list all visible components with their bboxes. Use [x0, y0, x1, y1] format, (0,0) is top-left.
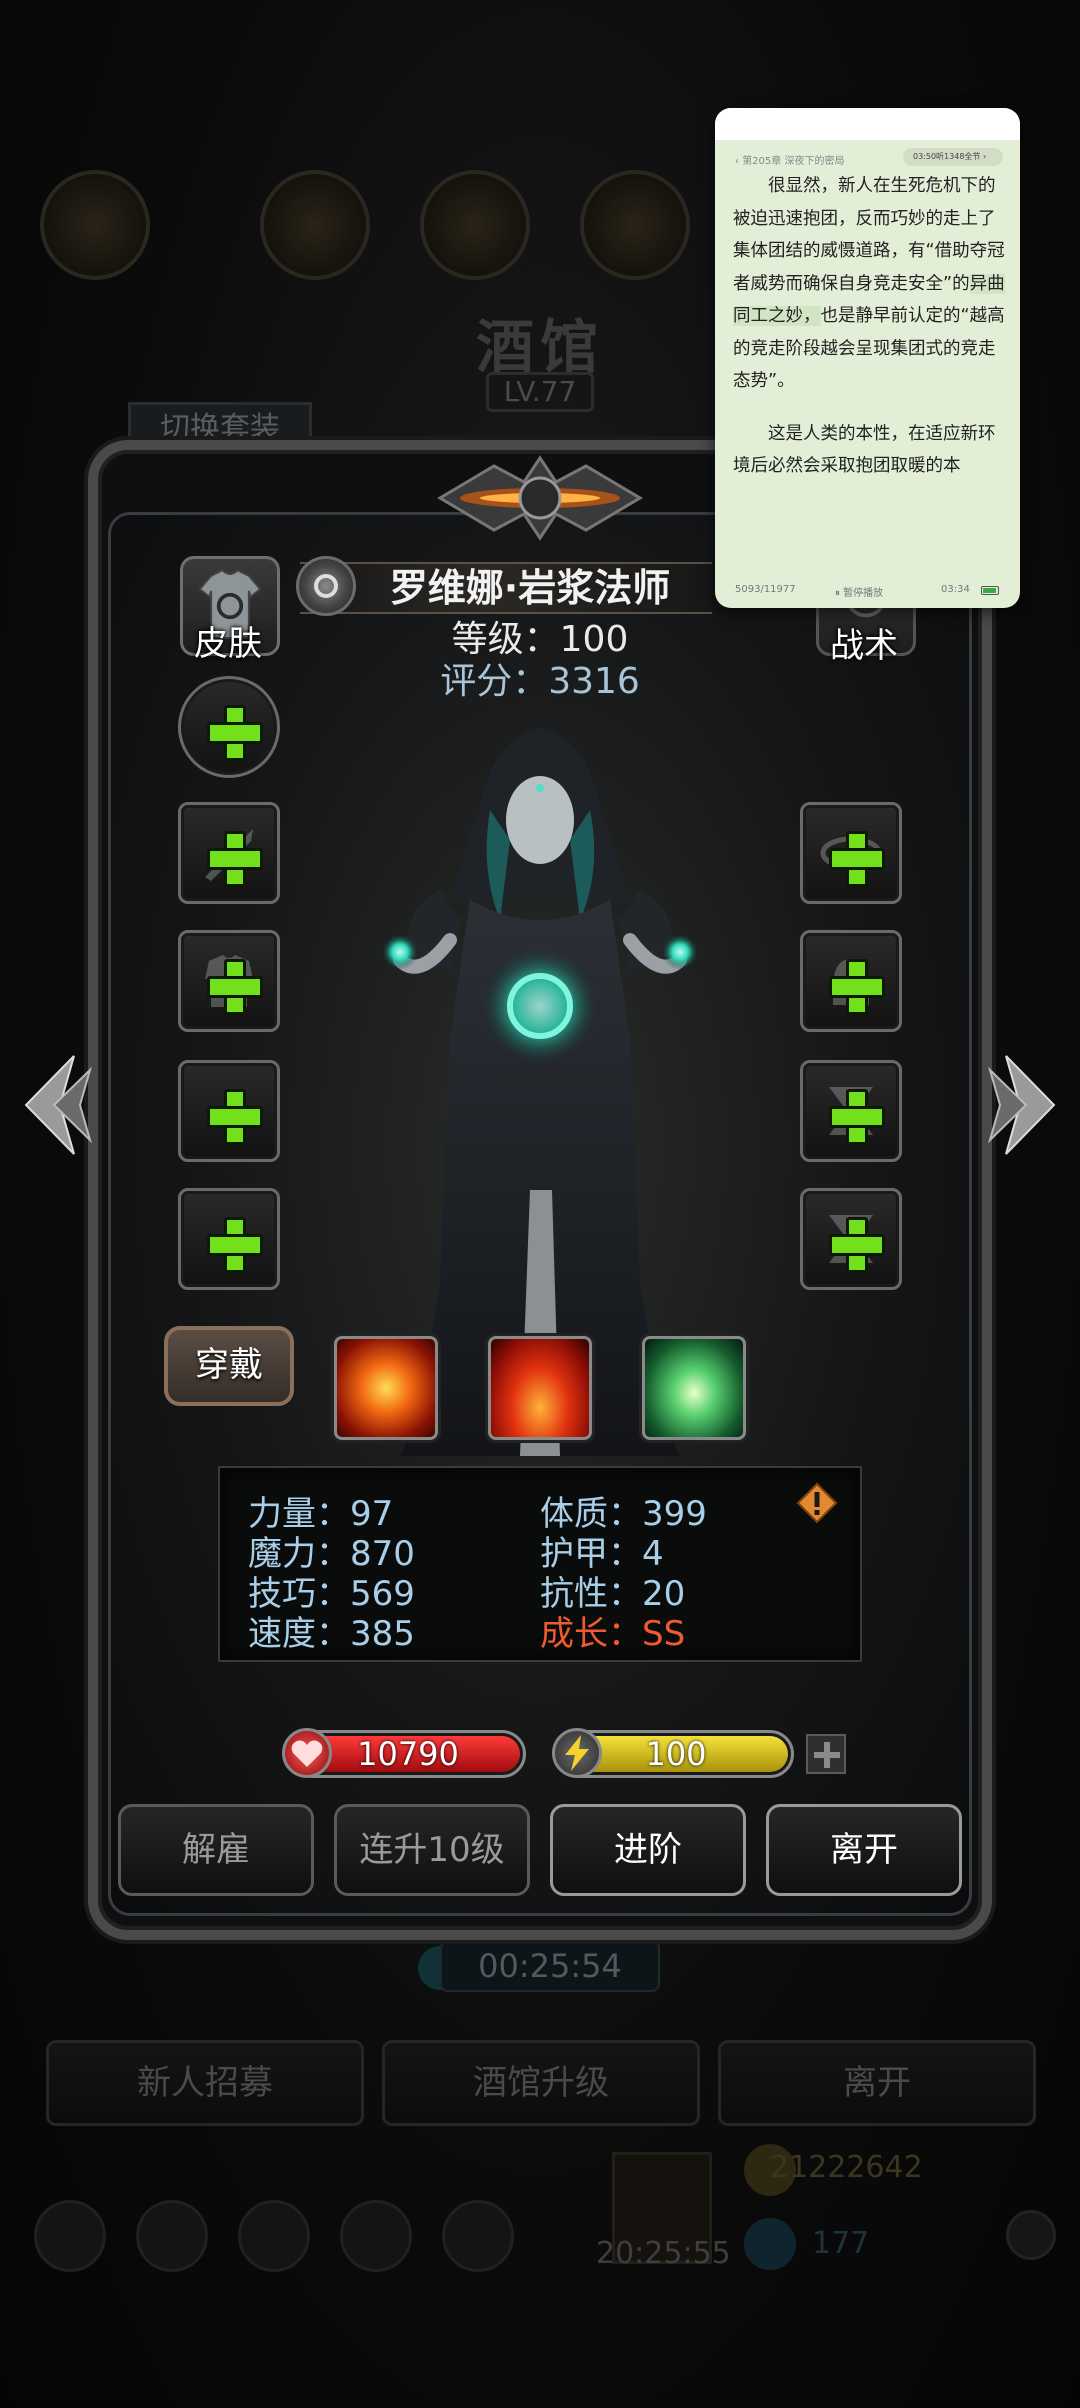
skill-nature-icon[interactable] — [642, 1336, 746, 1440]
bottom-menu-icon[interactable] — [136, 2200, 208, 2272]
equip-slot-trinket-1[interactable] — [800, 1060, 902, 1162]
add-icon — [207, 831, 263, 887]
chevron-left-icon[interactable] — [14, 1050, 94, 1160]
skill-fire-burst-icon[interactable] — [334, 1336, 438, 1440]
reader-progress: 5093/11977 — [735, 584, 796, 595]
gift-timer: 20:25:55 — [596, 2236, 731, 2271]
gem-amount: 177 — [812, 2226, 870, 2261]
equip-slot-ring[interactable] — [178, 1060, 280, 1162]
add-icon — [207, 705, 263, 761]
equip-slot-helmet[interactable] — [800, 930, 902, 1032]
recruit-timer: 00:25:54 — [440, 1940, 660, 1992]
menu-icon — [260, 170, 370, 280]
add-icon — [207, 1217, 263, 1273]
menu-icon — [420, 170, 530, 280]
menu-icon — [580, 170, 690, 280]
equip-slot-trinket-2[interactable] — [800, 1188, 902, 1290]
tavern-upgrade-button[interactable]: 酒馆升级 — [382, 2040, 700, 2126]
reader-drag-handle[interactable] — [715, 108, 1020, 140]
add-icon — [829, 1089, 885, 1145]
gold-amount: 21222642 — [770, 2150, 923, 2185]
tavern-level: LV.77 — [486, 372, 594, 412]
reader-paragraph: 很显然，新人在生死危机下的被迫迅速抱团，反而巧妙的走上了集体团结的威慑道路，有“… — [733, 176, 1005, 391]
floating-reader-window[interactable]: ‹ 第205章 深夜下的密局 03:50听1348全节 › 很显然，新人在生死危… — [715, 108, 1020, 608]
bottom-menu-icon[interactable] — [34, 2200, 106, 2272]
reader-clock: 03:34 — [941, 584, 970, 595]
bottom-menu-icon[interactable] — [238, 2200, 310, 2272]
add-icon — [207, 959, 263, 1015]
reader-pause-button[interactable]: ⏸ 暂停播放 — [835, 584, 883, 599]
dismiss-button[interactable]: 解雇 — [118, 1804, 314, 1896]
hero-name: 罗维娜·岩浆法师 — [389, 566, 671, 610]
tactics-label: 战术 — [830, 626, 898, 666]
stat-growth: 成长：SS — [540, 1614, 686, 1654]
equip-slot-armor[interactable] — [178, 930, 280, 1032]
recruit-button[interactable]: 新人招募 — [46, 2040, 364, 2126]
add-energy-button[interactable] — [806, 1734, 846, 1774]
stat-speed: 速度：385 — [248, 1614, 415, 1654]
equip-slot-amulet[interactable] — [178, 1188, 280, 1290]
add-icon — [829, 959, 885, 1015]
heart-icon — [282, 1728, 332, 1778]
bottom-menu-icon[interactable] — [340, 2200, 412, 2272]
wear-button[interactable]: 穿戴 — [164, 1326, 294, 1406]
reader-listen-badge[interactable]: 03:50听1348全节 › — [903, 148, 1003, 166]
hero-score: 评分：3316 — [440, 661, 640, 702]
equip-slot-offhand[interactable] — [800, 802, 902, 904]
reader-text: 很显然，新人在生死危机下的被迫迅速抱团，反而巧妙的走上了集体团结的威慑道路，有“… — [733, 170, 1005, 503]
portrait-icon — [40, 170, 150, 280]
chevron-right-icon[interactable] — [986, 1050, 1066, 1160]
advance-button[interactable]: 进阶 — [550, 1804, 746, 1896]
add-icon — [207, 1089, 263, 1145]
reader-paragraph: 这是人类的本性，在适应新环境后必然会采取抱团取暖的本 — [733, 423, 996, 477]
add-icon — [829, 1217, 885, 1273]
lightning-icon — [552, 1728, 602, 1778]
skill-flame-icon[interactable] — [488, 1336, 592, 1440]
reader-chapter-title[interactable]: ‹ 第205章 深夜下的密局 — [735, 152, 844, 167]
leave-button[interactable]: 离开 — [766, 1804, 962, 1896]
panel-crest-ornament — [437, 455, 643, 541]
skin-label: 皮肤 — [194, 624, 262, 664]
add-currency-button[interactable] — [1006, 2210, 1056, 2260]
warning-icon[interactable] — [796, 1482, 838, 1524]
equip-slot-weapon[interactable] — [178, 802, 280, 904]
equip-slot-accessory[interactable] — [178, 676, 280, 778]
tavern-leave-button[interactable]: 离开 — [718, 2040, 1036, 2126]
level-up-10-button[interactable]: 连升10级 — [334, 1804, 530, 1896]
add-icon — [829, 831, 885, 887]
bottom-menu-icon[interactable] — [442, 2200, 514, 2272]
battery-icon — [981, 586, 999, 595]
gem-icon — [744, 2218, 796, 2270]
